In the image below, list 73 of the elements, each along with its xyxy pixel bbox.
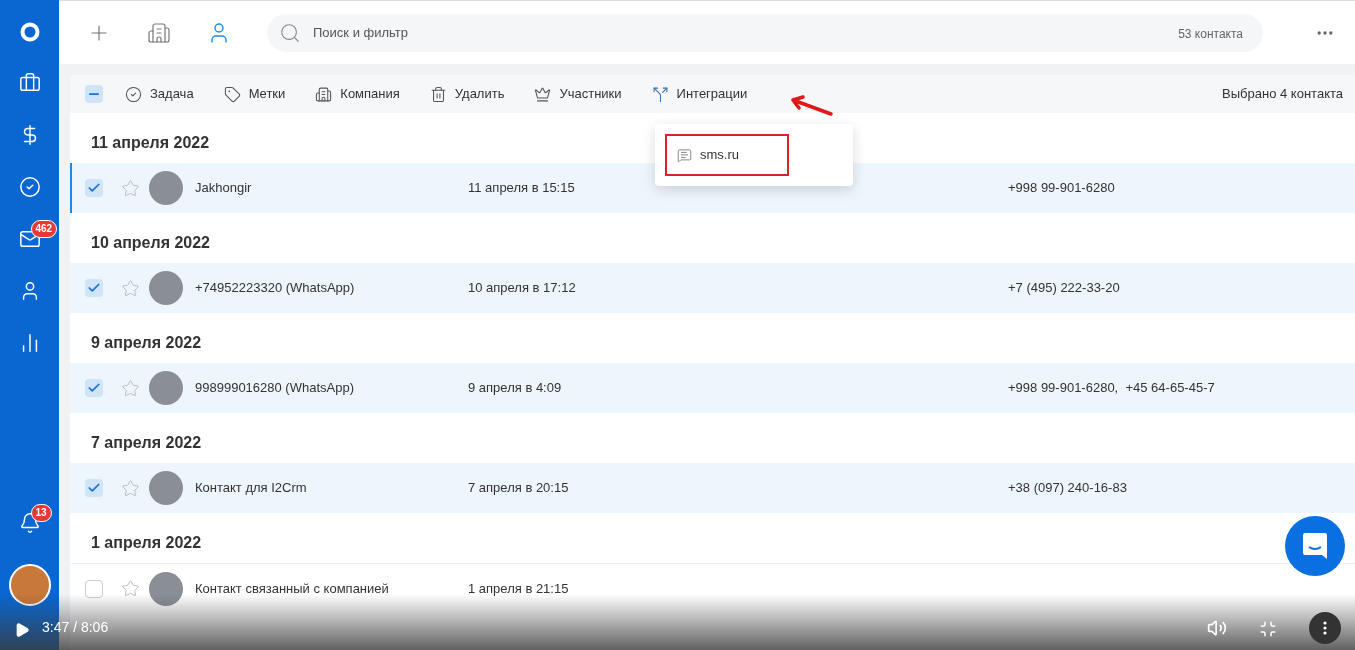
more-vertical-icon: [1323, 621, 1327, 635]
created-date: 7 апреля в 20:15: [468, 479, 570, 498]
play-icon[interactable]: [14, 622, 30, 638]
check-icon: [87, 181, 101, 195]
contact-count: 53 контакта: [1178, 25, 1243, 43]
check-icon: [87, 281, 101, 295]
select-all-checkbox[interactable]: [85, 85, 103, 103]
toolbar-button[interactable]: Метки: [223, 84, 286, 104]
check-icon: [87, 381, 101, 395]
toolbar-button[interactable]: Участники: [534, 84, 622, 104]
selected-count: Выбрано 4 контакта: [1222, 85, 1343, 104]
count-badge: 462: [30, 220, 58, 238]
date-heading: 7 апреля 2022: [91, 433, 202, 453]
toolbar-button[interactable]: Интеграции: [651, 84, 748, 104]
split-arrows-icon: [651, 85, 669, 103]
star-icon[interactable]: [121, 378, 140, 398]
message-icon: [677, 147, 692, 163]
phone-number: +7 (495) 222-33-20: [1008, 279, 1120, 298]
date-heading: 1 апреля 2022: [91, 533, 202, 553]
phone-number: +38 (097) 240-16-83: [1008, 479, 1127, 498]
toolbar-button[interactable]: Задача: [125, 84, 194, 104]
contact-name[interactable]: 998999016280 (WhatsApp): [195, 378, 468, 398]
menu-item[interactable]: sms.ru: [665, 134, 789, 176]
created-date: 1 апреля в 21:15: [468, 579, 570, 598]
row-checkbox[interactable]: [85, 479, 103, 497]
date-heading: 10 апреля 2022: [91, 233, 210, 253]
contact-row[interactable]: +74952223320 (WhatsApp) 10 апреля в 17:12 +7 (495) 222-33-20: [70, 263, 1355, 313]
toolbar-button[interactable]: Компания: [315, 84, 400, 104]
star-icon[interactable]: [121, 278, 140, 298]
task-icon: [125, 85, 142, 103]
members-icon: [534, 85, 552, 103]
building-icon[interactable]: [147, 20, 171, 45]
video-time: 3:47 / 8:06: [42, 618, 109, 637]
avatar: [149, 171, 183, 205]
date-heading: 11 апреля 2022: [91, 133, 210, 153]
chat-icon: [1302, 532, 1328, 560]
created-date: 10 апреля в 17:12: [468, 279, 577, 298]
avatar: [149, 371, 183, 405]
created-date: 9 апреля в 4:09: [468, 379, 563, 398]
contact-name[interactable]: Jakhongir: [195, 178, 468, 198]
contact-row[interactable]: Jakhongir 11 апреля в 15:15 +998 99-901-6280: [70, 163, 1355, 213]
avatar: [149, 271, 183, 305]
contact-name[interactable]: Контакт для I2Crm: [195, 478, 468, 498]
star-icon[interactable]: [121, 579, 140, 598]
star-icon[interactable]: [121, 478, 140, 498]
contact-name[interactable]: Контакт связанный с компанией: [195, 578, 468, 599]
volume-icon[interactable]: [1207, 618, 1227, 638]
phone-number: +998 99-901-6280: [1008, 179, 1115, 198]
check-icon: [87, 481, 101, 495]
company-icon: [315, 85, 333, 103]
avatar[interactable]: [8, 564, 51, 606]
tags-icon: [223, 85, 241, 103]
contact-row[interactable]: 998999016280 (WhatsApp) 9 апреля в 4:09 +998 99-901-6280, +45 64-65-45-7: [70, 363, 1355, 413]
delete-icon: [429, 85, 447, 103]
row-checkbox[interactable]: [85, 379, 103, 397]
check-circle-icon[interactable]: [18, 176, 41, 198]
count-badge: 13: [30, 504, 52, 522]
star-icon[interactable]: [121, 178, 140, 198]
exit-fullscreen-icon[interactable]: [1259, 620, 1277, 638]
toolbar-button[interactable]: Удалить: [429, 84, 505, 104]
avatar: [149, 471, 183, 505]
created-date: 11 апреля в 15:15: [468, 179, 576, 198]
search-icon: [279, 21, 301, 44]
logo-icon: [18, 20, 41, 42]
contact-name[interactable]: +74952223320 (WhatsApp): [195, 278, 468, 298]
phone-number: +998 99-901-6280, +45 64-65-45-7: [1008, 379, 1215, 398]
date-heading: 9 апреля 2022: [91, 333, 202, 353]
row-checkbox[interactable]: [85, 579, 103, 598]
avatar: [149, 571, 183, 606]
contact-row[interactable]: Контакт для I2Crm 7 апреля в 20:15 +38 (097) 240-16-83: [70, 463, 1355, 513]
row-checkbox[interactable]: [85, 279, 103, 297]
briefcase-icon[interactable]: [18, 72, 41, 94]
row-checkbox[interactable]: [85, 179, 103, 197]
